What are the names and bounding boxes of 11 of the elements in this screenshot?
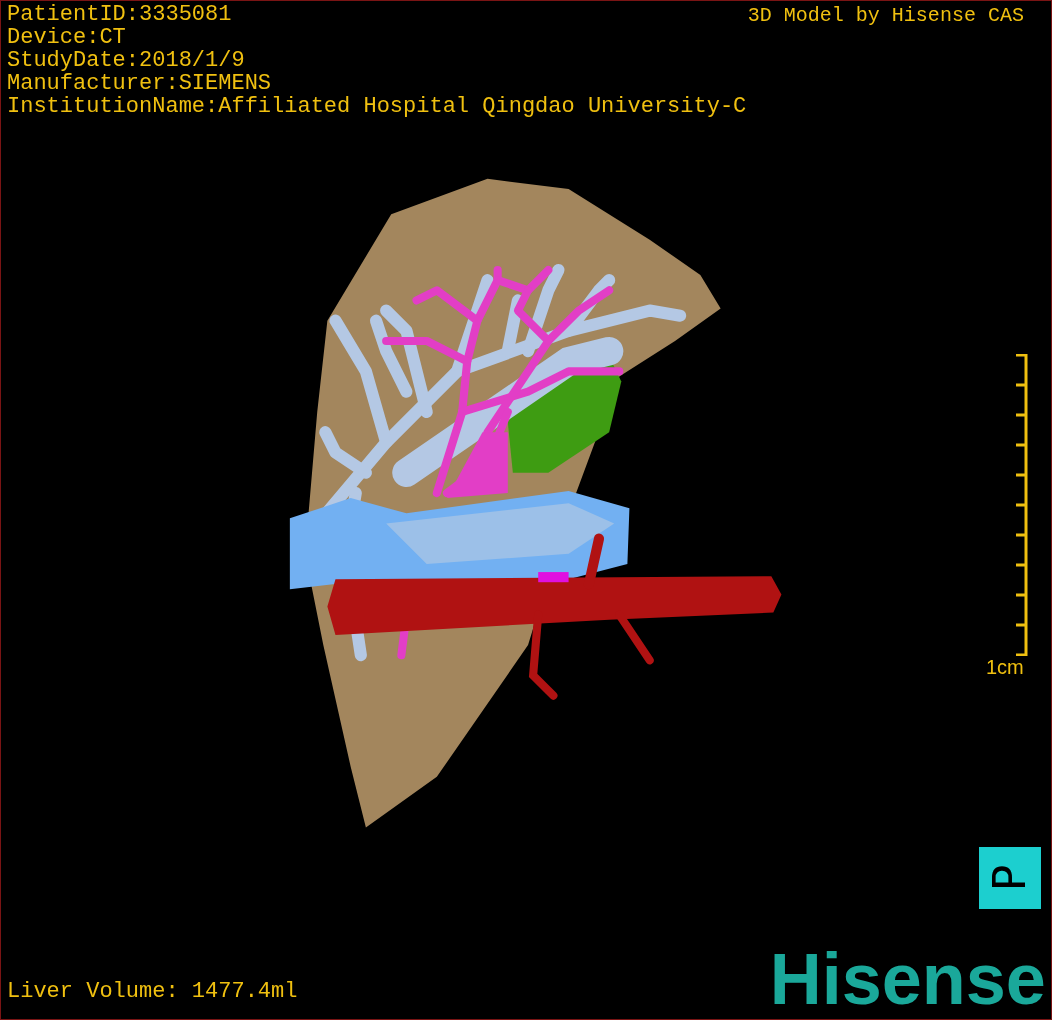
info-text: Manufacturer:SIEMENS bbox=[7, 72, 273, 95]
info-text: StudyDate:2018/1/9 bbox=[7, 49, 246, 72]
scale-label: 1cm bbox=[986, 656, 1024, 679]
info-text: Device:CT bbox=[7, 26, 127, 49]
orientation-marker: P bbox=[978, 847, 1041, 909]
viewer-title: 3D Model by Hisense CAS bbox=[747, 3, 1025, 29]
info-text: PatientID:3335081 bbox=[7, 3, 233, 26]
brand-logo: Hisense bbox=[769, 939, 1047, 1019]
liver-volume-text: Liver Volume: 1477.4ml bbox=[7, 979, 298, 1005]
info-text: InstitutionName:Affiliated Hospital Qingdao University-C bbox=[7, 95, 747, 118]
scale-bar-icon bbox=[1015, 354, 1028, 656]
